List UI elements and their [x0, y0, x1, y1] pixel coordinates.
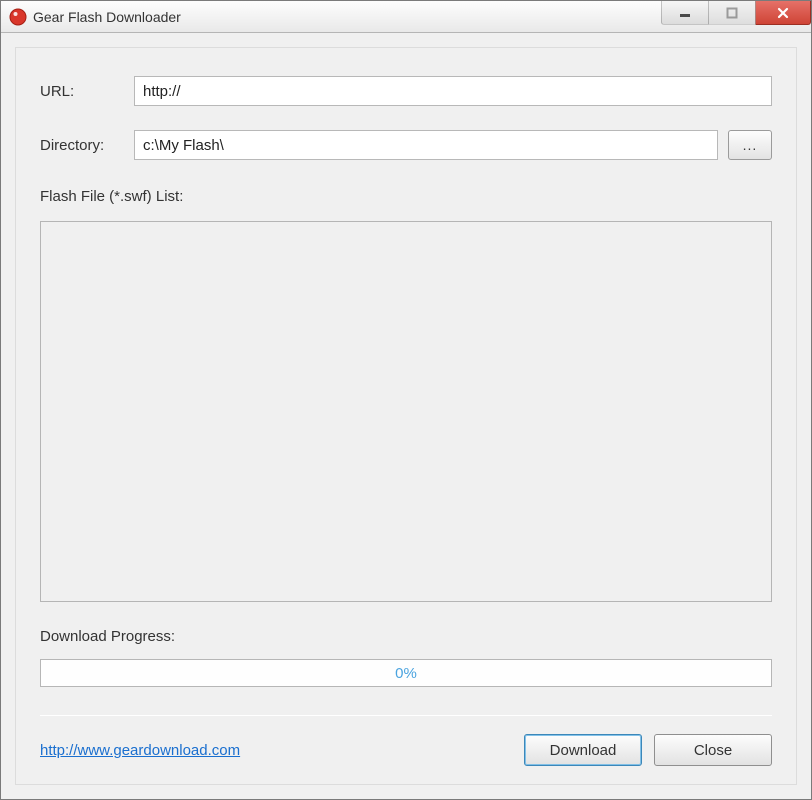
file-list[interactable] — [40, 221, 772, 602]
minimize-icon — [679, 7, 691, 19]
app-icon — [9, 8, 27, 26]
app-window: Gear Flash Downloader URL: — [0, 0, 812, 800]
directory-row: Directory: ... — [40, 130, 772, 160]
footer: http://www.geardownload.com Download Clo… — [40, 734, 772, 766]
url-row: URL: — [40, 76, 772, 106]
progress-label: Download Progress: — [40, 628, 772, 645]
url-input[interactable] — [134, 76, 772, 106]
progress-text: 0% — [395, 665, 417, 682]
browse-button[interactable]: ... — [728, 130, 772, 160]
titlebar[interactable]: Gear Flash Downloader — [1, 1, 811, 33]
close-window-button[interactable] — [755, 1, 811, 25]
close-button[interactable]: Close — [654, 734, 772, 766]
maximize-button — [708, 1, 756, 25]
file-list-label: Flash File (*.swf) List: — [40, 188, 772, 205]
directory-input[interactable] — [134, 130, 718, 160]
divider — [40, 715, 772, 716]
content-area: URL: Directory: ... Flash File (*.swf) L… — [1, 33, 811, 799]
close-icon — [776, 7, 790, 19]
website-link[interactable]: http://www.geardownload.com — [40, 742, 240, 759]
main-panel: URL: Directory: ... Flash File (*.swf) L… — [15, 47, 797, 785]
window-controls — [662, 1, 811, 25]
progress-bar: 0% — [40, 659, 772, 687]
maximize-icon — [726, 7, 738, 19]
minimize-button[interactable] — [661, 1, 709, 25]
url-label: URL: — [40, 83, 134, 100]
window-title: Gear Flash Downloader — [33, 9, 181, 25]
directory-label: Directory: — [40, 137, 134, 154]
download-button[interactable]: Download — [524, 734, 642, 766]
